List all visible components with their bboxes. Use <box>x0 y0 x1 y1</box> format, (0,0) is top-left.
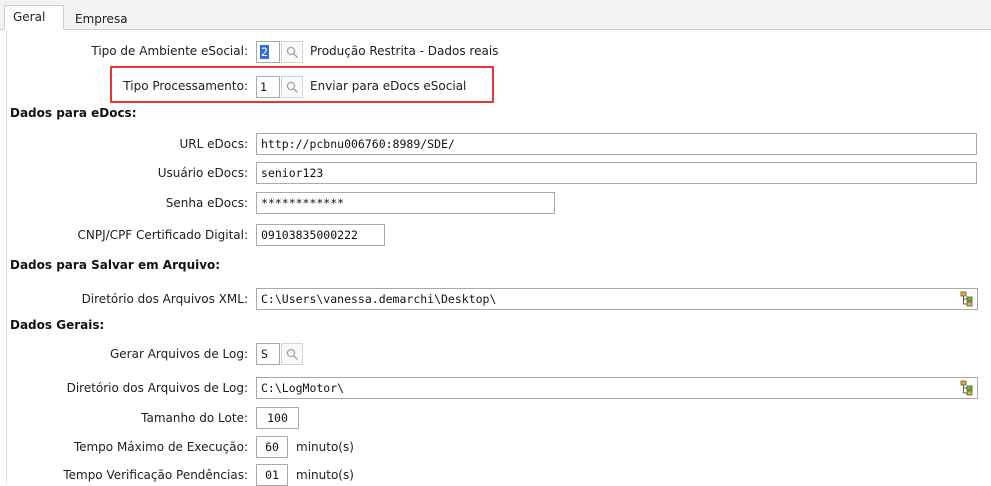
url-edocs-label: URL eDocs: <box>179 137 248 151</box>
url-edocs-input[interactable]: http://pcbnu006760:8989/SDE/ <box>256 133 977 155</box>
tamanho-lote-label: Tamanho do Lote: <box>141 411 248 425</box>
senha-edocs-label: Senha eDocs: <box>165 196 248 210</box>
section-edocs-heading: Dados para eDocs: <box>10 106 137 120</box>
section-arquivo-heading: Dados para Salvar em Arquivo: <box>10 258 221 272</box>
tab-geral[interactable]: Geral <box>4 5 64 30</box>
tab-bar <box>0 0 991 30</box>
tamanho-lote-input[interactable]: 100 <box>256 407 299 429</box>
tab-empresa[interactable]: Empresa <box>66 8 142 30</box>
tempo-maximo-input[interactable]: 60 <box>256 436 288 458</box>
dir-log-input[interactable]: C:\LogMotor\ <box>256 377 978 399</box>
tempo-maximo-label: Tempo Máximo de Execução: <box>73 440 248 454</box>
tipo-ambiente-field[interactable]: 2 <box>256 41 280 63</box>
tipo-ambiente-label: Tipo de Ambiente eSocial: <box>91 44 248 58</box>
cnpj-label: CNPJ/CPF Certificado Digital: <box>77 228 248 242</box>
tempo-verificacao-input[interactable]: 01 <box>256 464 288 486</box>
usuario-edocs-label: Usuário eDocs: <box>157 166 248 180</box>
senha-edocs-input[interactable]: ************ <box>256 192 555 214</box>
section-gerais-heading: Dados Gerais: <box>10 318 105 332</box>
cnpj-input[interactable]: 09103835000222 <box>256 224 385 246</box>
gerar-log-lookup-button[interactable] <box>281 343 303 365</box>
folder-tree-icon[interactable] <box>960 380 974 396</box>
dir-log-label: Diretório dos Arquivos de Log: <box>66 381 248 395</box>
folder-tree-icon[interactable] <box>960 291 974 307</box>
tipo-ambiente-lookup-button[interactable] <box>281 41 303 63</box>
tempo-verificacao-label: Tempo Verificação Pendências: <box>63 468 248 482</box>
tipo-ambiente-description: Produção Restrita - Dados reais <box>310 44 499 58</box>
search-icon <box>286 348 299 361</box>
usuario-edocs-input[interactable]: senior123 <box>256 162 977 184</box>
panel-border <box>6 30 7 484</box>
gerar-log-label: Gerar Arquivos de Log: <box>109 347 248 361</box>
dir-xml-input[interactable]: C:\Users\vanessa.demarchi\Desktop\ <box>256 288 978 310</box>
highlight-box <box>110 66 494 103</box>
tab-divider <box>0 29 991 30</box>
tempo-verificacao-unit: minuto(s) <box>296 468 354 482</box>
tipo-ambiente-value: 2 <box>260 45 269 59</box>
gerar-log-field[interactable]: S <box>256 343 280 365</box>
search-icon <box>286 46 299 59</box>
dir-xml-label: Diretório dos Arquivos XML: <box>81 292 248 306</box>
tempo-maximo-unit: minuto(s) <box>296 440 354 454</box>
